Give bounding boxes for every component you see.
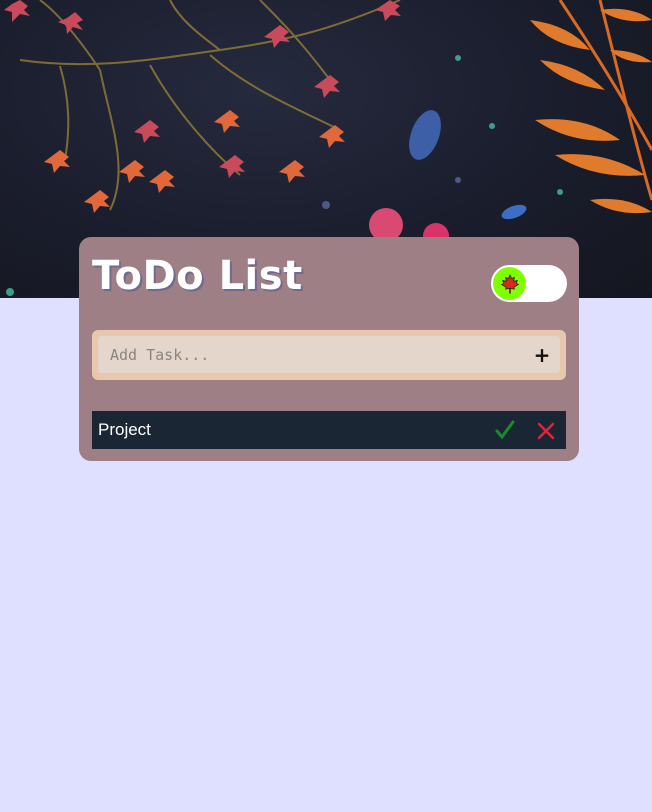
checkmark-icon[interactable] (494, 419, 516, 441)
add-task-field: + (98, 336, 560, 373)
theme-toggle[interactable] (491, 265, 567, 302)
todo-card: ToDo List + Project (79, 237, 579, 461)
task-item[interactable]: Project (92, 411, 566, 449)
task-input[interactable] (98, 336, 518, 373)
toggle-knob[interactable] (493, 267, 526, 300)
plus-icon: + (533, 342, 551, 367)
page-title: ToDo List (92, 253, 303, 299)
add-task-form: + (92, 330, 566, 380)
task-text: Project (98, 420, 151, 439)
close-icon[interactable] (536, 421, 556, 441)
task-list: Project (92, 411, 566, 449)
add-task-button[interactable]: + (530, 336, 554, 373)
maple-leaf-icon (500, 273, 519, 294)
